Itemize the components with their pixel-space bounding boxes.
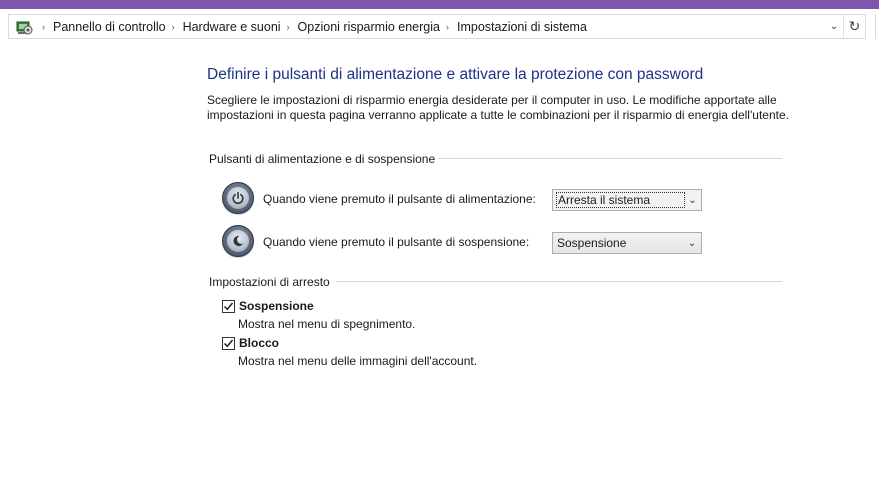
address-history-chevron-down-icon[interactable]: ⌄ — [825, 15, 843, 38]
power-button-row — [222, 182, 254, 214]
search-box-edge[interactable] — [875, 14, 879, 39]
lock-option-description: Mostra nel menu delle immagini dell'acco… — [238, 354, 478, 368]
power-button-label: Quando viene premuto il pulsante di alim… — [263, 192, 536, 206]
option-lock-row[interactable]: Blocco — [222, 336, 279, 350]
breadcrumb-item-hardware[interactable]: Hardware e suoni — [183, 20, 281, 34]
control-panel-icon — [12, 15, 36, 38]
chevron-down-icon: ⌄ — [688, 194, 697, 206]
sleep-button-action-value: Sospensione — [557, 236, 627, 250]
sleep-checkbox[interactable] — [222, 299, 235, 313]
power-button-icon — [222, 182, 254, 214]
sleep-option-description: Mostra nel menu di spegnimento. — [238, 317, 416, 331]
sleep-button-label: Quando viene premuto il pulsante di sosp… — [263, 235, 530, 249]
refresh-icon[interactable]: ↻ — [843, 15, 865, 38]
breadcrumb-chevron-icon[interactable]: › — [446, 22, 449, 32]
power-button-action-select[interactable]: Arresta il sistema ⌄ — [552, 189, 702, 211]
breadcrumb-chevron-icon[interactable]: › — [287, 22, 290, 32]
page-description: Scegliere le impostazioni di risparmio e… — [207, 93, 789, 122]
lock-option-label[interactable]: Blocco — [239, 336, 279, 350]
section-heading-power-buttons: Pulsanti di alimentazione e di sospensio… — [209, 152, 436, 166]
breadcrumb-item-power-options[interactable]: Opzioni risparmio energia — [298, 20, 440, 34]
window-titlebar — [0, 0, 879, 9]
power-button-action-value: Arresta il sistema — [556, 192, 685, 208]
option-sleep-row[interactable]: Sospensione — [222, 299, 314, 313]
sleep-button-icon — [222, 225, 254, 257]
page-title: Definire i pulsanti di alimentazione e a… — [207, 66, 704, 83]
section-divider — [438, 158, 782, 159]
lock-checkbox[interactable] — [222, 336, 235, 350]
breadcrumb-chevron-icon[interactable]: › — [172, 22, 175, 32]
address-bar[interactable]: › Pannello di controllo › Hardware e suo… — [8, 14, 866, 39]
sleep-option-label[interactable]: Sospensione — [239, 299, 314, 313]
breadcrumb-item-system-settings[interactable]: Impostazioni di sistema — [457, 20, 587, 34]
section-heading-shutdown-settings: Impostazioni di arresto — [209, 275, 330, 289]
breadcrumb-chevron-icon: › — [42, 21, 45, 32]
breadcrumb-item-control-panel[interactable]: Pannello di controllo — [53, 20, 166, 34]
chevron-down-icon: ⌄ — [687, 237, 697, 249]
section-divider — [336, 281, 782, 282]
sleep-button-action-select[interactable]: Sospensione ⌄ — [552, 232, 702, 254]
sleep-button-row — [222, 225, 254, 257]
